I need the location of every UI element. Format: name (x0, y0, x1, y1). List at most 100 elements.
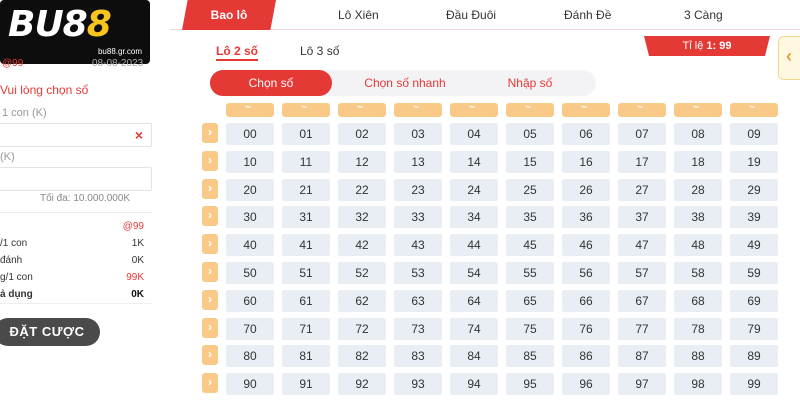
number-cell[interactable]: 47 (618, 234, 666, 257)
collapse-panel-toggle[interactable]: ‹ (778, 36, 800, 80)
number-cell[interactable]: 80 (226, 345, 274, 368)
mode-nhap-so[interactable]: Nhập số (480, 70, 580, 96)
number-cell[interactable]: 69 (730, 289, 778, 312)
row-select-button[interactable]: › (202, 345, 218, 366)
column-select-button[interactable]: ⌄ (562, 100, 610, 117)
number-cell[interactable]: 50 (226, 262, 274, 284)
number-cell[interactable]: 78 (674, 317, 722, 340)
number-cell[interactable]: 90 (226, 373, 274, 396)
number-cell[interactable]: 95 (506, 373, 554, 396)
number-cell[interactable]: 08 (674, 123, 722, 145)
clear-icon[interactable]: × (135, 127, 143, 143)
number-cell[interactable]: 82 (338, 345, 386, 368)
number-cell[interactable]: 66 (562, 289, 610, 312)
number-cell[interactable]: 13 (394, 150, 442, 173)
number-cell[interactable]: 53 (394, 262, 442, 284)
number-cell[interactable]: 03 (394, 123, 442, 145)
number-cell[interactable]: 30 (226, 206, 274, 229)
number-cell[interactable]: 45 (506, 234, 554, 257)
subtab-lo-2-so[interactable]: Lô 2 số (216, 44, 259, 61)
number-cell[interactable]: 48 (674, 234, 722, 257)
number-cell[interactable]: 51 (282, 262, 330, 284)
number-cell[interactable]: 24 (450, 178, 498, 201)
number-cell[interactable]: 87 (618, 345, 666, 368)
number-cell[interactable]: 86 (562, 345, 610, 368)
tab-bao-lo[interactable]: Bao lô (182, 0, 276, 30)
number-cell[interactable]: 73 (394, 317, 442, 340)
row-select-button[interactable]: › (202, 150, 218, 171)
column-select-button[interactable]: ⌄ (282, 100, 330, 117)
number-cell[interactable]: 29 (730, 178, 778, 201)
number-cell[interactable]: 09 (730, 123, 778, 145)
per-con-input[interactable]: × (0, 123, 152, 147)
number-cell[interactable]: 85 (506, 345, 554, 368)
number-cell[interactable]: 10 (226, 150, 274, 173)
column-select-button[interactable]: ⌄ (618, 100, 666, 117)
number-cell[interactable]: 96 (562, 373, 610, 396)
number-cell[interactable]: 54 (450, 262, 498, 284)
row-select-button[interactable]: › (202, 206, 218, 227)
tab-3-cang[interactable]: 3 Càng (684, 8, 723, 22)
number-cell[interactable]: 56 (562, 262, 610, 284)
number-cell[interactable]: 75 (506, 317, 554, 340)
number-cell[interactable]: 63 (394, 289, 442, 312)
number-cell[interactable]: 14 (450, 150, 498, 173)
number-cell[interactable]: 94 (450, 373, 498, 396)
number-cell[interactable]: 40 (226, 234, 274, 257)
subtab-lo-3-so[interactable]: Lô 3 số (300, 44, 339, 58)
number-cell[interactable]: 33 (394, 206, 442, 229)
row-select-button[interactable]: › (202, 178, 218, 199)
number-cell[interactable]: 23 (394, 178, 442, 201)
column-select-button[interactable]: ⌄ (226, 100, 274, 117)
number-cell[interactable]: 76 (562, 317, 610, 340)
number-cell[interactable]: 61 (282, 289, 330, 312)
number-cell[interactable]: 44 (450, 234, 498, 257)
number-cell[interactable]: 39 (730, 206, 778, 229)
row-select-button[interactable]: › (202, 262, 218, 282)
number-cell[interactable]: 00 (226, 123, 274, 145)
number-cell[interactable]: 77 (618, 317, 666, 340)
number-cell[interactable]: 49 (730, 234, 778, 257)
column-select-button[interactable]: ⌄ (450, 100, 498, 117)
number-cell[interactable]: 74 (450, 317, 498, 340)
number-cell[interactable]: 83 (394, 345, 442, 368)
number-cell[interactable]: 19 (730, 150, 778, 173)
tab-danh-de[interactable]: Đánh Đề (564, 8, 611, 22)
number-cell[interactable]: 43 (394, 234, 442, 257)
number-cell[interactable]: 16 (562, 150, 610, 173)
number-cell[interactable]: 46 (562, 234, 610, 257)
number-cell[interactable]: 92 (338, 373, 386, 396)
number-cell[interactable]: 21 (282, 178, 330, 201)
number-cell[interactable]: 89 (730, 345, 778, 368)
number-cell[interactable]: 22 (338, 178, 386, 201)
number-cell[interactable]: 28 (674, 178, 722, 201)
number-cell[interactable]: 05 (506, 123, 554, 145)
number-cell[interactable]: 25 (506, 178, 554, 201)
number-cell[interactable]: 02 (338, 123, 386, 145)
number-cell[interactable]: 81 (282, 345, 330, 368)
mode-chon-so-nhanh[interactable]: Chọn số nhanh (340, 70, 470, 96)
number-cell[interactable]: 11 (282, 150, 330, 173)
number-cell[interactable]: 72 (338, 317, 386, 340)
row-select-button[interactable]: › (202, 317, 218, 338)
number-cell[interactable]: 42 (338, 234, 386, 257)
number-cell[interactable]: 52 (338, 262, 386, 284)
column-select-button[interactable]: ⌄ (674, 100, 722, 117)
number-cell[interactable]: 12 (338, 150, 386, 173)
number-cell[interactable]: 36 (562, 206, 610, 229)
column-select-button[interactable]: ⌄ (394, 100, 442, 117)
number-cell[interactable]: 04 (450, 123, 498, 145)
number-cell[interactable]: 35 (506, 206, 554, 229)
number-cell[interactable]: 38 (674, 206, 722, 229)
number-cell[interactable]: 98 (674, 373, 722, 396)
number-cell[interactable]: 01 (282, 123, 330, 145)
number-cell[interactable]: 27 (618, 178, 666, 201)
column-select-button[interactable]: ⌄ (730, 100, 778, 117)
row-select-button[interactable]: › (202, 234, 218, 255)
number-cell[interactable]: 55 (506, 262, 554, 284)
number-cell[interactable]: 06 (562, 123, 610, 145)
number-cell[interactable]: 20 (226, 178, 274, 201)
number-cell[interactable]: 91 (282, 373, 330, 396)
number-cell[interactable]: 68 (674, 289, 722, 312)
number-cell[interactable]: 07 (618, 123, 666, 145)
